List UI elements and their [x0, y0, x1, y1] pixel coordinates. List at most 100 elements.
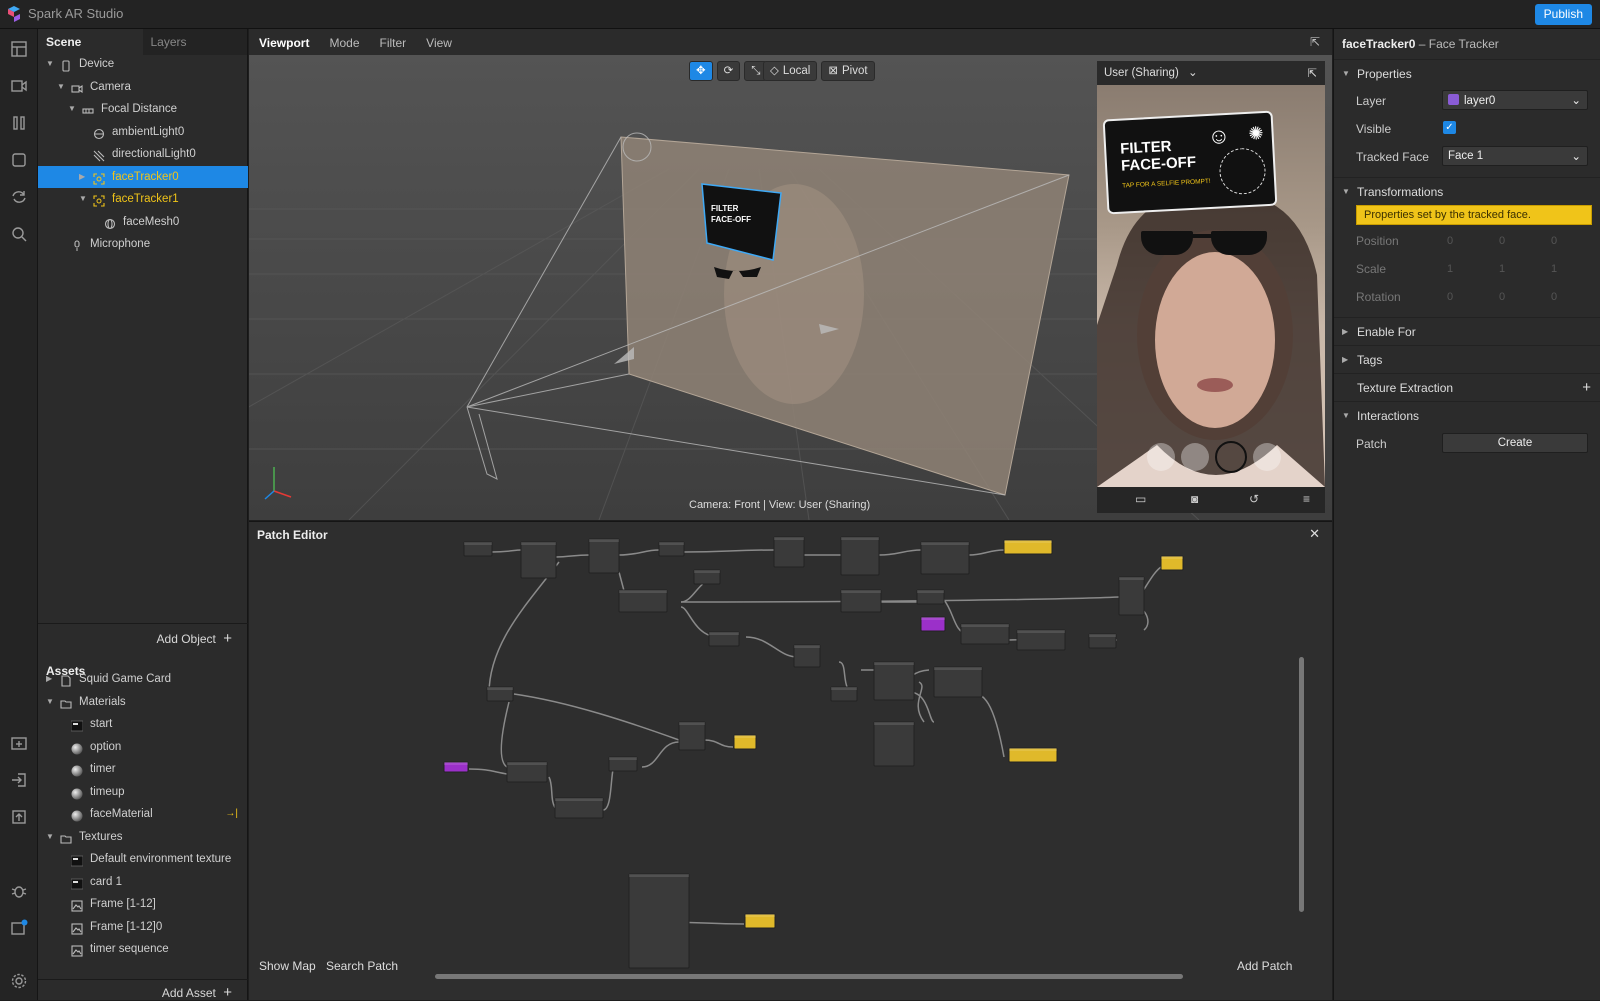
patch-node[interactable] [920, 541, 970, 575]
record-video-icon[interactable]: ▭ [1135, 492, 1146, 506]
tree-item[interactable]: Microphone [38, 233, 248, 255]
create-patch-button[interactable]: Create [1442, 433, 1588, 453]
search-icon[interactable] [9, 224, 29, 244]
tree-item[interactable]: option [38, 736, 248, 758]
bug-icon[interactable] [9, 881, 29, 901]
tree-item[interactable]: ▶ faceTracker0 [38, 165, 248, 188]
show-map-button[interactable]: Show Map [259, 959, 316, 973]
tab-mode[interactable]: Mode [319, 29, 369, 55]
screenshot-icon[interactable]: ◙ [1191, 492, 1198, 506]
tracked-face-select[interactable]: Face 1 ⌄ [1442, 146, 1588, 166]
pivot-button[interactable]: ⊠ Pivot [821, 61, 875, 81]
tree-item[interactable]: timer sequence [38, 938, 248, 960]
popout-icon[interactable]: ⇱ [1307, 66, 1317, 80]
tree-item[interactable]: ▶ Squid Game Card [38, 668, 248, 690]
tree-item[interactable]: ambientLight0 [38, 121, 248, 143]
settings-gear-icon[interactable] [9, 971, 29, 991]
tree-item[interactable]: ▼ Materials [38, 691, 248, 713]
triangle-down-icon[interactable]: ▼ [57, 76, 65, 98]
menu-icon[interactable]: ≡ [1303, 492, 1310, 506]
patch-node[interactable] [588, 538, 620, 574]
layout-icon[interactable] [9, 39, 29, 59]
apply-arrow-icon[interactable]: →| [225, 803, 238, 825]
interactions-section[interactable]: ▼ Interactions [1334, 401, 1600, 429]
enable-for-section[interactable]: ▶ Enable For [1334, 317, 1600, 345]
effect-thumb-2[interactable] [1181, 443, 1209, 471]
patch-node[interactable] [873, 721, 915, 767]
tree-item[interactable]: Frame [1-12] [38, 893, 248, 915]
tree-item[interactable]: ▼ Focal Distance [38, 98, 248, 120]
patch-scrollbar-h[interactable] [435, 974, 1183, 979]
triangle-down-icon[interactable]: ▼ [79, 188, 87, 210]
tree-item[interactable]: start [38, 713, 248, 735]
viewport[interactable]: FILTER FACE-OFF Viewport Mode Filter Vie… [249, 29, 1332, 520]
tree-item[interactable]: timeup [38, 781, 248, 803]
triangle-down-icon[interactable]: ▼ [68, 98, 76, 120]
tree-item[interactable]: faceMaterial →| [38, 803, 248, 825]
search-patch-button[interactable]: Search Patch [326, 959, 398, 973]
tab-view[interactable]: View [416, 29, 462, 55]
tags-section[interactable]: ▶ Tags [1334, 345, 1600, 373]
effect-thumb-4[interactable] [1253, 443, 1281, 471]
tree-item[interactable]: Frame [1-12]0 [38, 916, 248, 938]
local-button[interactable]: ◇ Local [763, 61, 818, 81]
transformations-section[interactable]: ▼ Transformations [1334, 177, 1600, 205]
device-preview[interactable]: User (Sharing) ⌄ ⇱ FILTER FACE-OFF TAP F… [1097, 61, 1325, 513]
effect-thumb-3[interactable] [1215, 441, 1247, 473]
patch-node[interactable] [773, 536, 805, 568]
video-icon[interactable] [9, 76, 29, 96]
tab-scene[interactable]: Scene [38, 29, 143, 55]
triangle-down-icon[interactable]: ▼ [46, 826, 54, 848]
patch-scrollbar-v[interactable] [1299, 657, 1304, 912]
triangle-down-icon[interactable]: ▼ [46, 53, 54, 75]
patch-editor[interactable]: Patch Editor ✕ Show Map Search Patch Add… [249, 521, 1332, 1000]
tab-layers[interactable]: Layers [143, 29, 248, 55]
patch-node[interactable] [1118, 576, 1145, 616]
publish-button[interactable]: Publish [1534, 4, 1592, 25]
console-icon[interactable] [9, 918, 29, 938]
tree-item[interactable]: directionalLight0 [38, 143, 248, 165]
tree-item[interactable]: ▼ faceTracker1 [38, 188, 248, 210]
visible-checkbox[interactable]: ✓ [1443, 121, 1456, 134]
tree-item[interactable]: timer [38, 758, 248, 780]
patch-node[interactable] [520, 541, 557, 579]
texture-extraction-section[interactable]: Texture Extraction + [1334, 373, 1600, 401]
tree-item[interactable]: Default environment texture [38, 848, 248, 870]
patch-node[interactable] [933, 666, 983, 698]
popout-icon[interactable]: ⇱ [1310, 35, 1320, 49]
patch-node[interactable] [628, 873, 690, 969]
pause-icon[interactable] [9, 113, 29, 133]
move-tool-button[interactable]: ✥ [689, 61, 713, 81]
add-object-button[interactable]: Add Object + [38, 623, 248, 649]
tab-filter[interactable]: Filter [370, 29, 417, 55]
add-patch-button[interactable]: Add Patch [1237, 959, 1292, 973]
patch-node[interactable] [678, 721, 706, 751]
patch-node[interactable] [793, 644, 821, 668]
add-file-icon[interactable] [9, 733, 29, 753]
rotate-tool-button[interactable]: ⟳ [716, 61, 741, 81]
tab-viewport[interactable]: Viewport [249, 29, 319, 55]
triangle-down-icon[interactable]: ▼ [46, 691, 54, 713]
upload-icon[interactable] [9, 807, 29, 827]
chevron-down-icon[interactable]: ⌄ [1188, 67, 1198, 79]
patch-node[interactable] [618, 589, 668, 613]
restart-icon[interactable]: ↺ [1249, 492, 1259, 506]
tree-item[interactable]: ▼ Camera [38, 76, 248, 98]
add-asset-button[interactable]: Add Asset + [38, 979, 248, 1001]
layer-select[interactable]: layer0 ⌄ [1442, 90, 1588, 110]
tree-item[interactable]: faceMesh0 [38, 211, 248, 233]
tree-item[interactable]: ▼ Device [38, 53, 248, 75]
refresh-icon[interactable] [9, 187, 29, 207]
patch-node[interactable] [840, 589, 882, 613]
preview-device-select[interactable]: User (Sharing) [1104, 67, 1179, 79]
tree-item[interactable]: ▼ Textures [38, 826, 248, 848]
patch-node[interactable] [873, 661, 915, 701]
effect-thumb-1[interactable] [1147, 443, 1175, 471]
plus-icon[interactable]: + [1582, 379, 1591, 396]
triangle-right-icon[interactable]: ▶ [46, 668, 52, 690]
patch-node[interactable] [840, 536, 880, 576]
tree-item[interactable]: card 1 [38, 871, 248, 893]
properties-section[interactable]: ▼ Properties [1334, 59, 1600, 87]
triangle-right-icon[interactable]: ▶ [79, 166, 85, 188]
import-icon[interactable] [9, 770, 29, 790]
